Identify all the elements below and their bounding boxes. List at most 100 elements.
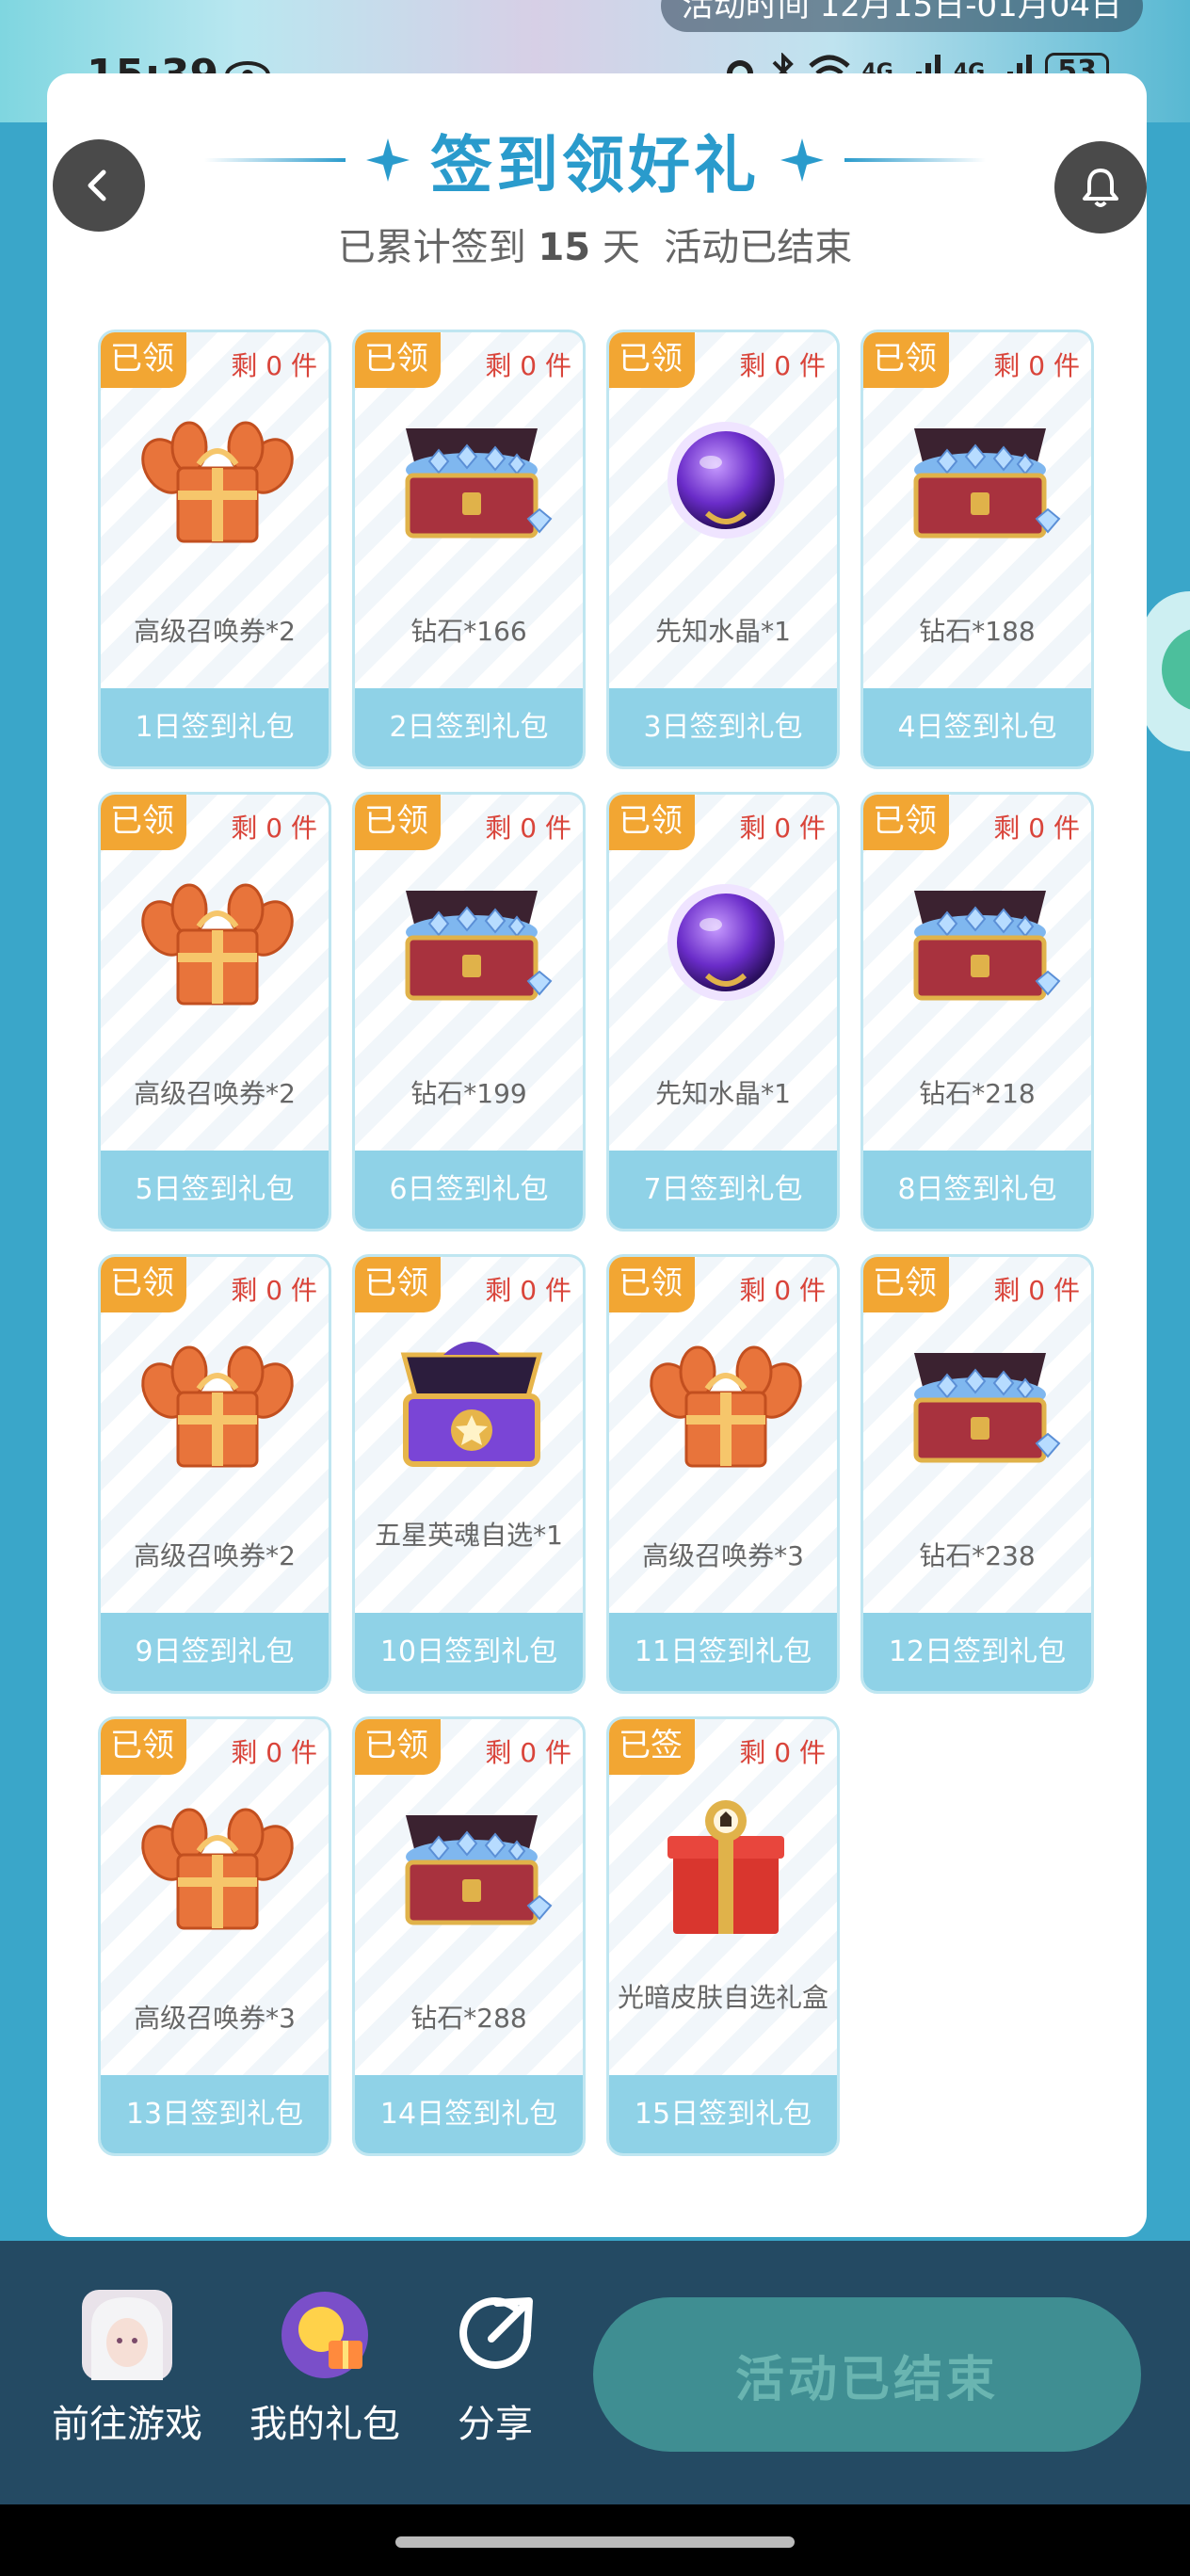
red-gift-box-icon	[641, 1796, 811, 1938]
diamond-chest-icon	[387, 1796, 556, 1938]
reward-name: 高级召唤券*3	[134, 2003, 296, 2034]
diamond-chest-icon	[895, 1334, 1065, 1475]
reward-card[interactable]: 已领 剩 0 件 五星英魂自选*1 10日签到礼包	[352, 1254, 586, 1694]
title-divider-right	[844, 158, 986, 162]
remaining-count: 剩 0 件	[485, 1737, 571, 1768]
crystal-orb-icon	[641, 410, 811, 551]
reward-card[interactable]: 已领 剩 0 件 高级召唤券*2 5日签到礼包	[98, 792, 331, 1232]
reward-name: 高级召唤券*2	[134, 616, 296, 647]
reward-name: 钻石*218	[919, 1078, 1036, 1109]
crystal-orb-icon	[641, 872, 811, 1013]
reward-name: 先知水晶*1	[655, 616, 791, 647]
claimed-badge: 已领	[355, 332, 441, 388]
golden-chest-icon	[387, 1334, 556, 1475]
reward-card[interactable]: 已领 剩 0 件 高级召唤券*2 1日签到礼包	[98, 330, 331, 769]
activity-ended-button[interactable]: 活动已结束	[593, 2297, 1141, 2452]
gift-character-icon	[281, 2292, 368, 2378]
system-nav-bar	[0, 2504, 1190, 2576]
day-package-label: 8日签到礼包	[863, 1151, 1091, 1229]
title-row: 签到领好礼	[0, 122, 1190, 201]
remaining-count: 剩 0 件	[739, 350, 826, 381]
day-package-label: 11日签到礼包	[609, 1613, 837, 1691]
reward-name: 高级召唤券*3	[642, 1540, 804, 1571]
gift-bundle-icon	[133, 1334, 302, 1475]
reward-name: 钻石*238	[919, 1540, 1036, 1571]
reward-card[interactable]: 已领 剩 0 件 钻石*188 4日签到礼包	[860, 330, 1094, 769]
day-package-label: 9日签到礼包	[101, 1613, 329, 1691]
share-icon	[459, 2296, 533, 2369]
remaining-count: 剩 0 件	[993, 350, 1080, 381]
day-package-label: 12日签到礼包	[863, 1613, 1091, 1691]
claimed-badge: 已领	[863, 1257, 949, 1312]
day-package-label: 2日签到礼包	[355, 688, 583, 766]
reward-name: 光暗皮肤自选礼盒	[617, 1982, 828, 2013]
sign-in-days: 15	[538, 226, 591, 269]
remaining-count: 剩 0 件	[739, 1275, 826, 1306]
day-package-label: 5日签到礼包	[101, 1151, 329, 1229]
summary-prefix: 已累计签到	[337, 226, 526, 269]
share-button[interactable]: 分享	[450, 2290, 540, 2448]
claimed-badge: 已签	[609, 1719, 695, 1775]
reward-card[interactable]: 已领 剩 0 件 先知水晶*1 7日签到礼包	[606, 792, 840, 1232]
sign-in-summary: 已累计签到 15 天 活动已结束	[0, 217, 1190, 271]
diamond-chest-icon	[387, 410, 556, 551]
reward-card[interactable]: 已领 剩 0 件 钻石*288 14日签到礼包	[352, 1716, 586, 2156]
remaining-count: 剩 0 件	[993, 1275, 1080, 1306]
page-title: 签到领好礼	[430, 129, 760, 201]
claimed-badge: 已领	[863, 332, 949, 388]
title-divider-left	[204, 158, 346, 162]
reward-card[interactable]: 已领 剩 0 件 高级召唤券*2 9日签到礼包	[98, 1254, 331, 1694]
reward-card[interactable]: 已领 剩 0 件 钻石*166 2日签到礼包	[352, 330, 586, 769]
sparkle-icon	[366, 138, 410, 182]
claimed-badge: 已领	[355, 1257, 441, 1312]
reward-card[interactable]: 已领 剩 0 件 钻石*218 8日签到礼包	[860, 792, 1094, 1232]
reward-name: 五星英魂自选*1	[375, 1520, 563, 1551]
day-package-label: 7日签到礼包	[609, 1151, 837, 1229]
event-time-pill: 活动时间 12月15日-01月04日	[660, 0, 1143, 32]
day-package-label: 15日签到礼包	[609, 2075, 837, 2153]
reward-name: 钻石*199	[410, 1078, 527, 1109]
remaining-count: 剩 0 件	[485, 1275, 571, 1306]
claimed-badge: 已领	[355, 795, 441, 850]
reward-card[interactable]: 已领 剩 0 件 先知水晶*1 3日签到礼包	[606, 330, 840, 769]
floating-assistant-bubble[interactable]	[1141, 591, 1190, 751]
reward-card[interactable]: 已领 剩 0 件 高级召唤券*3 11日签到礼包	[606, 1254, 840, 1694]
claimed-badge: 已领	[101, 1257, 186, 1312]
claimed-badge: 已领	[609, 795, 695, 850]
my-gifts-button[interactable]: 我的礼包	[249, 2290, 400, 2448]
reward-name: 钻石*188	[919, 616, 1036, 647]
summary-days-unit: 天	[602, 226, 640, 269]
reward-card[interactable]: 已签 剩 0 件 光暗皮肤自选礼盒 15日签到礼包	[606, 1716, 840, 2156]
day-package-label: 13日签到礼包	[101, 2075, 329, 2153]
claimed-badge: 已领	[863, 795, 949, 850]
activity-status: 活动已结束	[664, 226, 853, 269]
home-indicator[interactable]	[395, 2536, 795, 2548]
day-package-label: 4日签到礼包	[863, 688, 1091, 766]
game-avatar-icon	[82, 2290, 172, 2380]
gift-bundle-icon	[641, 1334, 811, 1475]
reward-card[interactable]: 已领 剩 0 件 钻石*238 12日签到礼包	[860, 1254, 1094, 1694]
reward-card[interactable]: 已领 剩 0 件 高级召唤券*3 13日签到礼包	[98, 1716, 331, 2156]
remaining-count: 剩 0 件	[231, 1275, 317, 1306]
remaining-count: 剩 0 件	[231, 1737, 317, 1768]
go-to-game-label: 前往游戏	[52, 2403, 202, 2446]
day-package-label: 1日签到礼包	[101, 688, 329, 766]
reward-name: 高级召唤券*2	[134, 1540, 296, 1571]
remaining-count: 剩 0 件	[485, 350, 571, 381]
reward-card[interactable]: 已领 剩 0 件 钻石*199 6日签到礼包	[352, 792, 586, 1232]
reward-name: 钻石*166	[410, 616, 527, 647]
day-package-label: 6日签到礼包	[355, 1151, 583, 1229]
share-label: 分享	[458, 2403, 533, 2446]
gift-bundle-icon	[133, 872, 302, 1013]
claimed-badge: 已领	[609, 332, 695, 388]
remaining-count: 剩 0 件	[739, 813, 826, 844]
diamond-chest-icon	[387, 872, 556, 1013]
claimed-badge: 已领	[101, 332, 186, 388]
go-to-game-button[interactable]: 前往游戏	[52, 2290, 202, 2448]
day-package-label: 3日签到礼包	[609, 688, 837, 766]
remaining-count: 剩 0 件	[993, 813, 1080, 844]
claimed-badge: 已领	[101, 795, 186, 850]
reward-name: 高级召唤券*2	[134, 1078, 296, 1109]
remaining-count: 剩 0 件	[485, 813, 571, 844]
claimed-badge: 已领	[101, 1719, 186, 1775]
